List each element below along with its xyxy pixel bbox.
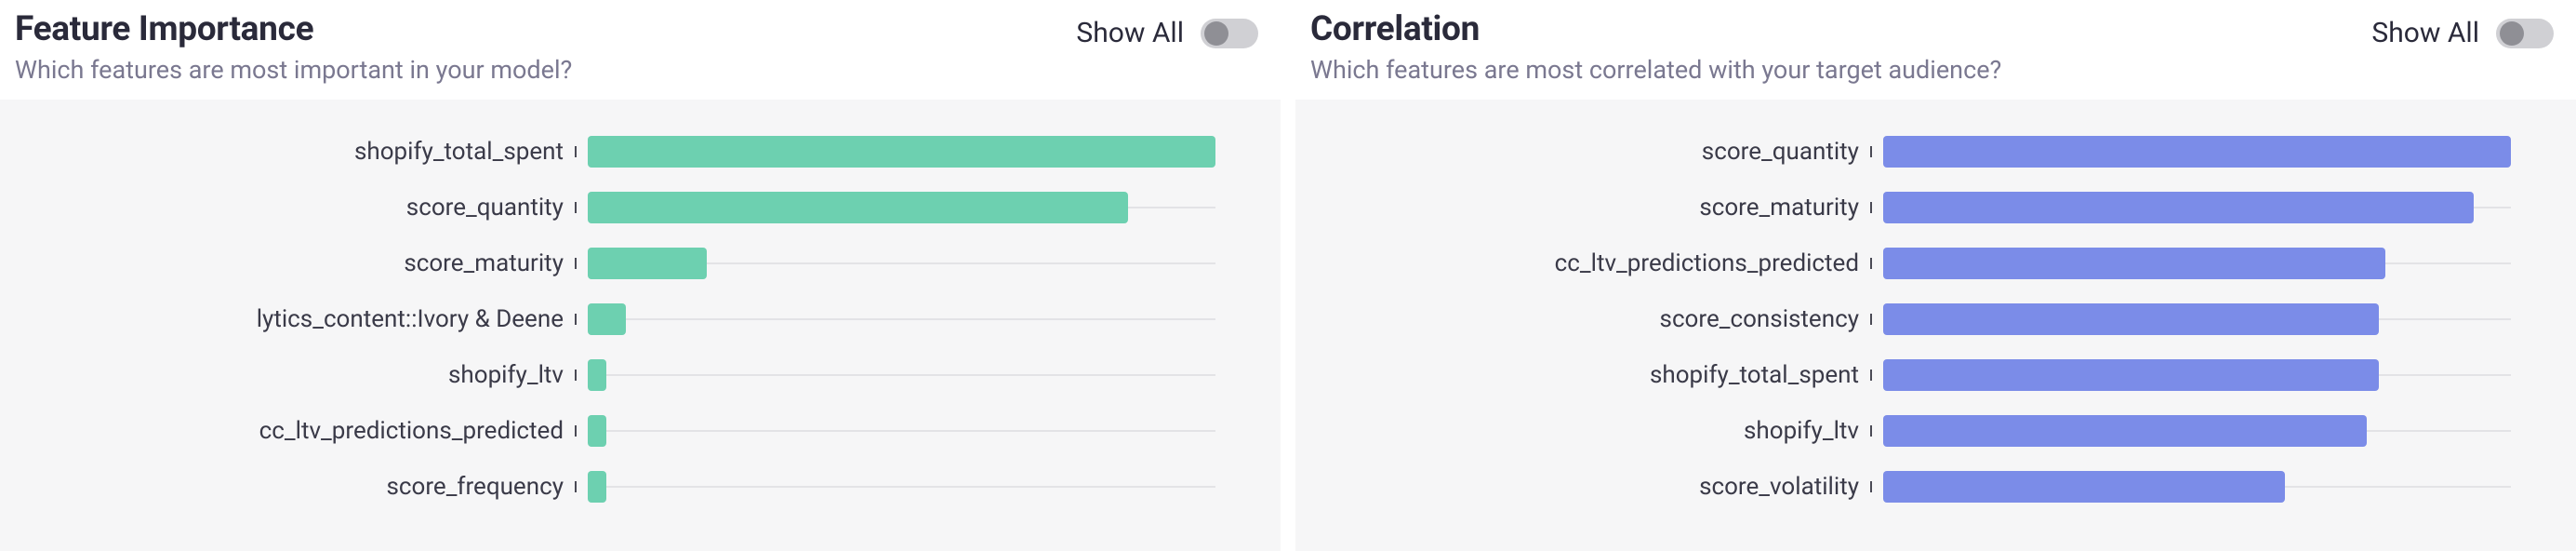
category-label: shopify_ltv xyxy=(1310,417,1859,445)
bar xyxy=(1883,136,2511,168)
axis-tick xyxy=(1870,202,1872,213)
chart-row: shopify_total_spent xyxy=(15,124,1215,180)
panel-subtitle: Which features are most correlated with … xyxy=(1310,55,2001,85)
axis-tick xyxy=(1870,146,1872,157)
bar-track xyxy=(1883,430,2511,432)
bar-track xyxy=(588,318,1215,320)
category-label: shopify_ltv xyxy=(15,361,564,389)
toggle-label: Show All xyxy=(2371,17,2479,49)
category-label: score_frequency xyxy=(15,473,564,501)
bar xyxy=(588,136,1215,168)
chart-row: shopify_total_spent xyxy=(1310,347,2511,403)
chart-row: score_consistency xyxy=(1310,291,2511,347)
category-label: score_quantity xyxy=(15,194,564,222)
category-label: score_quantity xyxy=(1310,138,1859,166)
category-label: score_volatility xyxy=(1310,473,1859,501)
chart-row: score_quantity xyxy=(15,180,1215,235)
chart-row: score_maturity xyxy=(1310,180,2511,235)
category-label: shopify_total_spent xyxy=(15,138,564,166)
category-label: shopify_total_spent xyxy=(1310,361,1859,389)
axis-tick xyxy=(575,258,577,269)
category-label: score_maturity xyxy=(15,249,564,277)
axis-tick xyxy=(575,481,577,492)
panel-titles: Feature Importance Which features are mos… xyxy=(15,9,572,85)
panel-feature-importance: Feature Importance Which features are mos… xyxy=(0,0,1281,551)
chart-row: shopify_ltv xyxy=(1310,403,2511,459)
category-label: score_maturity xyxy=(1310,194,1859,222)
panel-title: Correlation xyxy=(1310,9,2001,49)
bar-track xyxy=(588,430,1215,432)
bar-track xyxy=(588,374,1215,376)
chart-row: cc_ltv_predictions_predicted xyxy=(1310,235,2511,291)
chart-row: shopify_ltv xyxy=(15,347,1215,403)
bar xyxy=(588,415,606,447)
axis-tick xyxy=(575,370,577,381)
axis-tick xyxy=(1870,314,1872,325)
axis-tick xyxy=(1870,425,1872,437)
axis-tick xyxy=(1870,258,1872,269)
bar xyxy=(1883,471,2285,503)
bar-track xyxy=(1883,486,2511,488)
bar-track xyxy=(1883,262,2511,264)
bar-track xyxy=(588,486,1215,488)
toggle-group: Show All xyxy=(1076,17,1258,49)
category-label: cc_ltv_predictions_predicted xyxy=(1310,249,1859,277)
chart-row: score_maturity xyxy=(15,235,1215,291)
bar xyxy=(588,359,606,391)
category-label: score_consistency xyxy=(1310,305,1859,333)
bar-track xyxy=(1883,318,2511,320)
chart-area: shopify_total_spent score_quantity score_m… xyxy=(0,100,1281,551)
panel-title: Feature Importance xyxy=(15,9,572,49)
axis-tick xyxy=(575,425,577,437)
bar-track xyxy=(1883,207,2511,208)
bar xyxy=(588,248,707,279)
bar-track xyxy=(588,207,1215,208)
chart-row: score_quantity xyxy=(1310,124,2511,180)
category-label: lytics_content::Ivory & Deene xyxy=(15,305,564,333)
toggle-group: Show All xyxy=(2371,17,2554,49)
chart-area: score_quantity score_maturity cc_ltv_predi… xyxy=(1295,100,2576,551)
category-label: cc_ltv_predictions_predicted xyxy=(15,417,564,445)
bar xyxy=(588,471,606,503)
panel-subtitle: Which features are most important in you… xyxy=(15,55,572,85)
bar-track xyxy=(1883,151,2511,153)
chart-row: score_volatility xyxy=(1310,459,2511,515)
show-all-toggle[interactable] xyxy=(1201,19,1258,48)
bar-track xyxy=(588,262,1215,264)
panel-header: Correlation Which features are most corre… xyxy=(1295,0,2576,100)
panel-header: Feature Importance Which features are mos… xyxy=(0,0,1281,100)
axis-tick xyxy=(575,146,577,157)
bar-track xyxy=(588,151,1215,153)
axis-tick xyxy=(1870,481,1872,492)
bar-track xyxy=(1883,374,2511,376)
bar xyxy=(1883,359,2379,391)
show-all-toggle[interactable] xyxy=(2496,19,2554,48)
bar xyxy=(1883,248,2385,279)
bar xyxy=(1883,192,2474,223)
bar xyxy=(588,303,626,335)
panel-titles: Correlation Which features are most corre… xyxy=(1310,9,2001,85)
bar xyxy=(1883,303,2379,335)
axis-tick xyxy=(1870,370,1872,381)
chart-row: lytics_content::Ivory & Deene xyxy=(15,291,1215,347)
chart-row: cc_ltv_predictions_predicted xyxy=(15,403,1215,459)
panel-correlation: Correlation Which features are most corre… xyxy=(1295,0,2576,551)
toggle-label: Show All xyxy=(1076,17,1184,49)
axis-tick xyxy=(575,314,577,325)
toggle-knob xyxy=(2500,21,2524,46)
bar xyxy=(1883,415,2367,447)
axis-tick xyxy=(575,202,577,213)
bar xyxy=(588,192,1128,223)
chart-row: score_frequency xyxy=(15,459,1215,515)
toggle-knob xyxy=(1204,21,1228,46)
